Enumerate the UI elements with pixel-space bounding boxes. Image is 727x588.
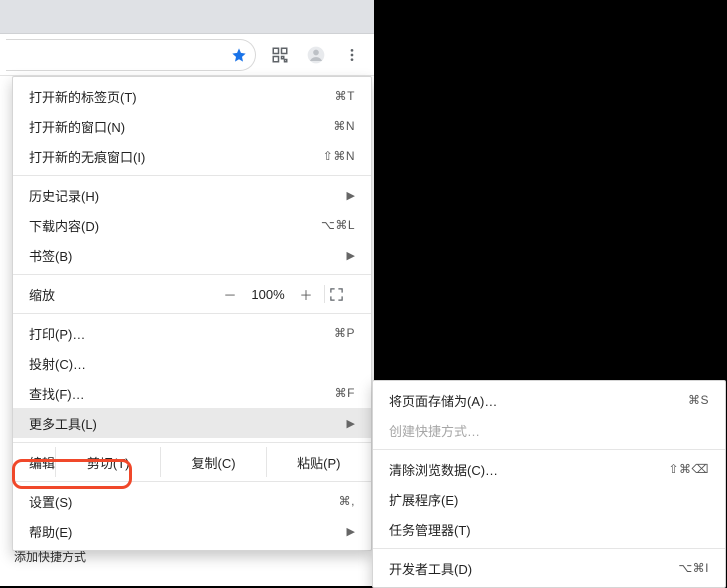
menu-separator — [13, 274, 371, 275]
menu-item-label: 创建快捷方式… — [389, 421, 480, 440]
main-menu: 打开新的标签页(T) ⌘T 打开新的窗口(N) ⌘N 打开新的无痕窗口(I) ⇧… — [12, 76, 372, 551]
menu-item-shortcut: ⌘P — [334, 326, 355, 340]
menu-downloads[interactable]: 下载内容(D) ⌥⌘L — [13, 210, 371, 240]
menu-separator — [13, 442, 371, 443]
menu-item-shortcut: ⌥⌘L — [321, 218, 355, 232]
menu-separator — [13, 175, 371, 176]
menu-separator — [13, 313, 371, 314]
menu-item-shortcut: ⇧⌘⌫ — [668, 462, 709, 476]
menu-zoom: 缩放 － 100% ＋ — [13, 279, 371, 309]
menu-cast[interactable]: 投射(C)… — [13, 348, 371, 378]
menu-item-shortcut: ⌥⌘I — [678, 561, 709, 575]
submenu-task-manager[interactable]: 任务管理器(T) — [373, 514, 725, 544]
menu-item-label: 将页面存储为(A)… — [389, 391, 497, 410]
edit-paste-button[interactable]: 粘贴(P) — [266, 447, 371, 477]
menu-history[interactable]: 历史记录(H) ▶ — [13, 180, 371, 210]
menu-item-label: 下载内容(D) — [29, 216, 99, 235]
tab-strip[interactable] — [0, 0, 374, 34]
zoom-in-button[interactable]: ＋ — [292, 285, 320, 304]
submenu-arrow-icon: ▶ — [347, 525, 355, 538]
submenu-extensions[interactable]: 扩展程序(E) — [373, 484, 725, 514]
menu-item-label: 投射(C)… — [29, 354, 86, 373]
submenu-create-shortcut: 创建快捷方式… — [373, 415, 725, 445]
menu-item-label: 任务管理器(T) — [389, 520, 471, 539]
menu-help[interactable]: 帮助(E) ▶ — [13, 516, 371, 546]
menu-new-tab[interactable]: 打开新的标签页(T) ⌘T — [13, 81, 371, 111]
menu-item-label: 历史记录(H) — [29, 186, 99, 205]
profile-avatar-icon[interactable] — [300, 39, 332, 71]
menu-item-label: 打印(P)… — [29, 324, 85, 343]
menu-item-label: 扩展程序(E) — [389, 490, 458, 509]
menu-item-label: 打开新的无痕窗口(I) — [29, 147, 145, 166]
menu-item-shortcut: ⌘S — [688, 393, 709, 407]
submenu-clear-data[interactable]: 清除浏览数据(C)… ⇧⌘⌫ — [373, 454, 725, 484]
menu-separator — [373, 548, 725, 549]
menu-item-label: 缩放 — [29, 285, 55, 304]
zoom-controls: － 100% ＋ — [216, 285, 355, 304]
submenu-arrow-icon: ▶ — [347, 249, 355, 262]
divider — [324, 285, 325, 303]
submenu-save-page[interactable]: 将页面存储为(A)… ⌘S — [373, 385, 725, 415]
menu-find[interactable]: 查找(F)… ⌘F — [13, 378, 371, 408]
menu-item-label: 更多工具(L) — [29, 414, 97, 433]
menu-settings[interactable]: 设置(S) ⌘, — [13, 486, 371, 516]
menu-item-shortcut: ⇧⌘N — [323, 149, 355, 163]
menu-item-label: 设置(S) — [29, 492, 72, 511]
menu-item-shortcut: ⌘F — [335, 386, 355, 400]
kebab-menu-icon[interactable] — [336, 39, 368, 71]
menu-item-label: 开发者工具(D) — [389, 559, 472, 578]
submenu-arrow-icon: ▶ — [347, 417, 355, 430]
zoom-out-button[interactable]: － — [216, 285, 244, 304]
more-tools-submenu: 将页面存储为(A)… ⌘S 创建快捷方式… 清除浏览数据(C)… ⇧⌘⌫ 扩展程… — [372, 380, 726, 588]
zoom-value: 100% — [244, 287, 292, 302]
menu-item-label: 清除浏览数据(C)… — [389, 460, 498, 479]
menu-item-shortcut: ⌘, — [339, 494, 355, 508]
menu-print[interactable]: 打印(P)… ⌘P — [13, 318, 371, 348]
submenu-dev-tools[interactable]: 开发者工具(D) ⌥⌘I — [373, 553, 725, 583]
bookmark-star-icon[interactable] — [231, 47, 247, 63]
submenu-arrow-icon: ▶ — [347, 189, 355, 202]
menu-more-tools[interactable]: 更多工具(L) ▶ — [13, 408, 371, 438]
toolbar — [0, 34, 374, 76]
menu-item-label: 打开新的窗口(N) — [29, 117, 125, 136]
menu-bookmarks[interactable]: 书签(B) ▶ — [13, 240, 371, 270]
edit-cut-button[interactable]: 剪切(T) — [55, 447, 160, 477]
menu-item-shortcut: ⌘N — [333, 119, 355, 133]
fullscreen-icon[interactable] — [329, 287, 355, 302]
menu-item-label: 书签(B) — [29, 246, 72, 265]
menu-item-shortcut: ⌘T — [335, 89, 355, 103]
menu-new-incognito[interactable]: 打开新的无痕窗口(I) ⇧⌘N — [13, 141, 371, 171]
menu-item-label: 编辑 — [13, 453, 55, 472]
menu-item-label: 帮助(E) — [29, 522, 72, 541]
address-bar[interactable] — [6, 39, 256, 71]
menu-separator — [373, 449, 725, 450]
qr-icon[interactable] — [264, 39, 296, 71]
menu-edit: 编辑 剪切(T) 复制(C) 粘贴(P) — [13, 447, 371, 477]
menu-separator — [13, 481, 371, 482]
menu-item-label: 打开新的标签页(T) — [29, 87, 137, 106]
menu-item-label: 查找(F)… — [29, 384, 85, 403]
edit-copy-button[interactable]: 复制(C) — [160, 447, 265, 477]
menu-new-window[interactable]: 打开新的窗口(N) ⌘N — [13, 111, 371, 141]
browser-chrome — [0, 0, 374, 76]
